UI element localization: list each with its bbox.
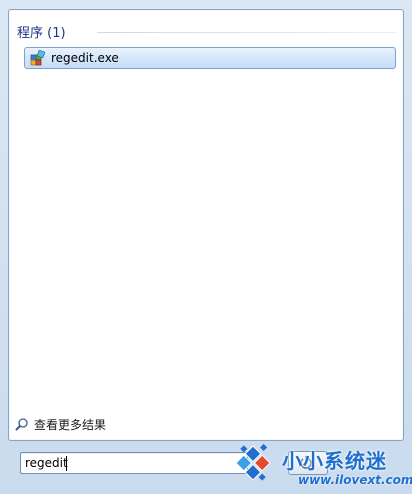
watermark-url: www.ilovext.com xyxy=(298,473,412,487)
programs-section-header: 程序 (1) xyxy=(17,22,66,41)
result-item-regedit[interactable]: regedit.exe xyxy=(24,47,396,69)
text-caret xyxy=(66,456,67,471)
see-more-results-link[interactable]: 查看更多结果 xyxy=(15,415,106,433)
see-more-label: 查看更多结果 xyxy=(34,417,107,432)
start-search-box[interactable] xyxy=(20,452,248,474)
section-divider xyxy=(97,32,397,33)
search-results-panel: 程序 (1) regedit.exe 查看更多结果 xyxy=(8,9,404,441)
section-title: 程序 (1) xyxy=(17,25,66,41)
result-item-label: regedit.exe xyxy=(51,51,119,65)
site-watermark: 小小系统迷 www.ilovext.com xyxy=(224,434,412,492)
search-input[interactable] xyxy=(25,454,235,472)
registry-editor-icon xyxy=(30,49,46,66)
start-menu-window: 程序 (1) regedit.exe 查看更多结果 regedit 小小系统迷 … xyxy=(0,0,412,494)
watermark-logo-icon xyxy=(235,443,271,481)
watermark-title: 小小系统迷 xyxy=(282,449,387,473)
magnifier-icon xyxy=(15,417,29,431)
